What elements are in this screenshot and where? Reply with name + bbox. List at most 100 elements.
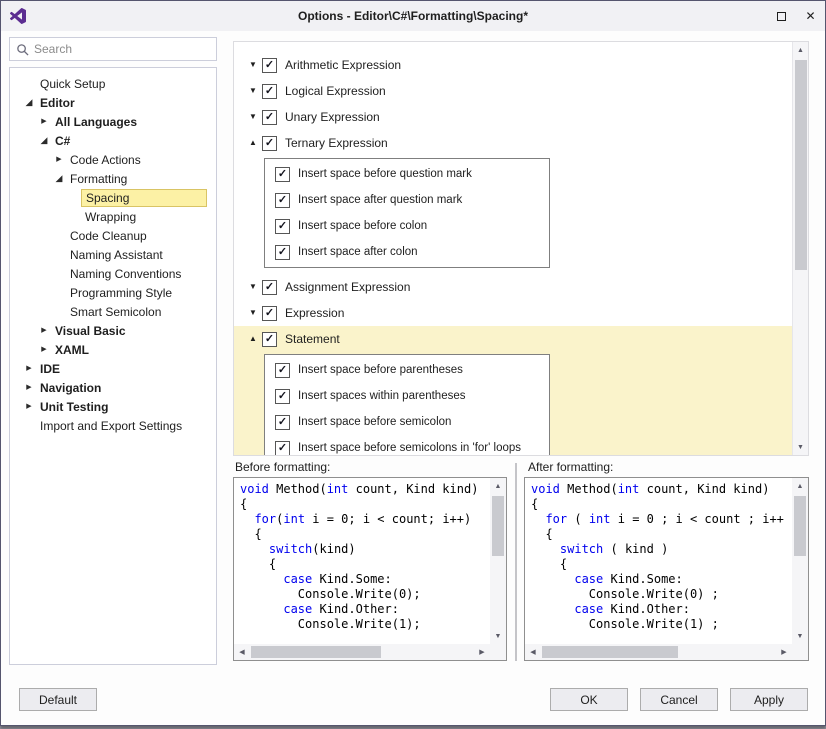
expand-arrow-icon[interactable]: ▶ bbox=[22, 365, 36, 372]
scrollbar-track[interactable] bbox=[490, 494, 506, 628]
scrollbar-track[interactable] bbox=[793, 58, 809, 439]
expand-arrow-icon[interactable]: ▼ bbox=[244, 113, 262, 121]
checkbox[interactable]: ✓ bbox=[262, 58, 277, 73]
collapse-arrow-icon[interactable]: ◢ bbox=[22, 98, 36, 107]
scroll-right-icon[interactable]: ▶ bbox=[776, 644, 792, 660]
expand-arrow-icon[interactable]: ▶ bbox=[37, 118, 51, 125]
expand-arrow-icon[interactable]: ▶ bbox=[22, 384, 36, 391]
tree-item[interactable]: Spacing bbox=[10, 188, 216, 207]
scrollbar-thumb[interactable] bbox=[794, 496, 806, 556]
option-row[interactable]: ✓Insert space before semicolons in 'for'… bbox=[265, 435, 549, 455]
checkbox[interactable]: ✓ bbox=[275, 363, 290, 378]
maximize-button[interactable] bbox=[767, 1, 796, 31]
option-row[interactable]: ✓Insert space before question mark bbox=[265, 161, 549, 187]
ok-button[interactable]: OK bbox=[550, 688, 628, 711]
option-row[interactable]: ✓Insert space before parentheses bbox=[265, 357, 549, 383]
checkbox[interactable]: ✓ bbox=[262, 332, 277, 347]
scrollbar-track[interactable] bbox=[250, 644, 474, 660]
expand-arrow-icon[interactable]: ▼ bbox=[244, 283, 262, 291]
checkbox[interactable]: ✓ bbox=[275, 193, 290, 208]
scrollbar-thumb[interactable] bbox=[795, 60, 807, 270]
expand-arrow-icon[interactable]: ▶ bbox=[37, 327, 51, 334]
checkbox[interactable]: ✓ bbox=[275, 167, 290, 182]
tree-item[interactable]: ◢Editor bbox=[10, 93, 216, 112]
tree-item[interactable]: ▶XAML bbox=[10, 340, 216, 359]
option-group-row[interactable]: ▲✓Statement bbox=[234, 326, 792, 352]
scroll-down-icon[interactable]: ▼ bbox=[792, 628, 808, 644]
tree-item[interactable]: ▶IDE bbox=[10, 359, 216, 378]
checkbox[interactable]: ✓ bbox=[262, 280, 277, 295]
scrollbar-track[interactable] bbox=[792, 494, 808, 628]
option-group-row[interactable]: ▼✓Unary Expression bbox=[234, 104, 792, 130]
scrollbar-track[interactable] bbox=[541, 644, 776, 660]
tree-item[interactable]: Smart Semicolon bbox=[10, 302, 216, 321]
expand-arrow-icon[interactable]: ▶ bbox=[52, 156, 66, 163]
checkbox[interactable]: ✓ bbox=[275, 245, 290, 260]
tree-item[interactable]: Quick Setup bbox=[10, 74, 216, 93]
checkbox[interactable]: ✓ bbox=[275, 441, 290, 456]
tree-item[interactable]: ▶Navigation bbox=[10, 378, 216, 397]
options-vertical-scrollbar[interactable]: ▲ ▼ bbox=[792, 42, 808, 455]
tree-item[interactable]: Wrapping bbox=[10, 207, 216, 226]
titlebar[interactable]: Options - Editor\C#\Formatting\Spacing* … bbox=[1, 1, 825, 31]
after-horizontal-scrollbar[interactable]: ◀ ▶ bbox=[525, 644, 792, 660]
scroll-up-icon[interactable]: ▲ bbox=[490, 478, 506, 494]
panel-splitter[interactable] bbox=[515, 463, 517, 661]
option-group-row[interactable]: ▼✓Logical Expression bbox=[234, 78, 792, 104]
expand-arrow-icon[interactable]: ▼ bbox=[244, 87, 262, 95]
tree-item[interactable]: Naming Conventions bbox=[10, 264, 216, 283]
expand-arrow-icon[interactable]: ▼ bbox=[244, 309, 262, 317]
option-group-row[interactable]: ▼✓Arithmetic Expression bbox=[234, 52, 792, 78]
option-group-row[interactable]: ▼✓Assignment Expression bbox=[234, 274, 792, 300]
tree-item[interactable]: Import and Export Settings bbox=[10, 416, 216, 435]
search-box[interactable] bbox=[9, 37, 217, 61]
scroll-down-icon[interactable]: ▼ bbox=[793, 439, 809, 455]
checkbox[interactable]: ✓ bbox=[262, 306, 277, 321]
checkbox[interactable]: ✓ bbox=[275, 389, 290, 404]
before-vertical-scrollbar[interactable]: ▲ ▼ bbox=[490, 478, 506, 644]
scroll-right-icon[interactable]: ▶ bbox=[474, 644, 490, 660]
collapse-arrow-icon[interactable]: ▲ bbox=[244, 139, 262, 147]
option-group-row[interactable]: ▼✓Expression bbox=[234, 300, 792, 326]
scroll-left-icon[interactable]: ◀ bbox=[234, 644, 250, 660]
scrollbar-thumb[interactable] bbox=[542, 646, 678, 658]
after-vertical-scrollbar[interactable]: ▲ ▼ bbox=[792, 478, 808, 644]
tree-item[interactable]: Programming Style bbox=[10, 283, 216, 302]
expand-arrow-icon[interactable]: ▶ bbox=[22, 403, 36, 410]
scroll-left-icon[interactable]: ◀ bbox=[525, 644, 541, 660]
option-row[interactable]: ✓Insert space before semicolon bbox=[265, 409, 549, 435]
tree-item[interactable]: ◢Formatting bbox=[10, 169, 216, 188]
option-group-row[interactable]: ▲✓Ternary Expression bbox=[234, 130, 792, 156]
default-button[interactable]: Default bbox=[19, 688, 97, 711]
scroll-down-icon[interactable]: ▼ bbox=[490, 628, 506, 644]
tree-item[interactable]: Code Cleanup bbox=[10, 226, 216, 245]
tree-item[interactable]: ▶Unit Testing bbox=[10, 397, 216, 416]
before-horizontal-scrollbar[interactable]: ◀ ▶ bbox=[234, 644, 490, 660]
expand-arrow-icon[interactable]: ▼ bbox=[244, 61, 262, 69]
option-row[interactable]: ✓Insert spaces within parentheses bbox=[265, 383, 549, 409]
scrollbar-thumb[interactable] bbox=[492, 496, 504, 556]
option-row[interactable]: ✓Insert space before colon bbox=[265, 213, 549, 239]
tree-item[interactable]: ▶Visual Basic bbox=[10, 321, 216, 340]
search-input[interactable] bbox=[34, 38, 216, 60]
option-row[interactable]: ✓Insert space after question mark bbox=[265, 187, 549, 213]
checkbox[interactable]: ✓ bbox=[262, 110, 277, 125]
checkbox[interactable]: ✓ bbox=[275, 415, 290, 430]
collapse-arrow-icon[interactable]: ▲ bbox=[244, 335, 262, 343]
cancel-button[interactable]: Cancel bbox=[640, 688, 718, 711]
scrollbar-thumb[interactable] bbox=[251, 646, 381, 658]
tree-item[interactable]: ▶All Languages bbox=[10, 112, 216, 131]
scroll-up-icon[interactable]: ▲ bbox=[792, 478, 808, 494]
expand-arrow-icon[interactable]: ▶ bbox=[37, 346, 51, 353]
tree-item[interactable]: Naming Assistant bbox=[10, 245, 216, 264]
checkbox[interactable]: ✓ bbox=[262, 84, 277, 99]
checkbox[interactable]: ✓ bbox=[275, 219, 290, 234]
checkbox[interactable]: ✓ bbox=[262, 136, 277, 151]
tree-item[interactable]: ▶Code Actions bbox=[10, 150, 216, 169]
option-row[interactable]: ✓Insert space after colon bbox=[265, 239, 549, 265]
scroll-up-icon[interactable]: ▲ bbox=[793, 42, 809, 58]
collapse-arrow-icon[interactable]: ◢ bbox=[37, 136, 51, 145]
close-button[interactable]: ✕ bbox=[796, 1, 825, 31]
collapse-arrow-icon[interactable]: ◢ bbox=[52, 174, 66, 183]
apply-button[interactable]: Apply bbox=[730, 688, 808, 711]
